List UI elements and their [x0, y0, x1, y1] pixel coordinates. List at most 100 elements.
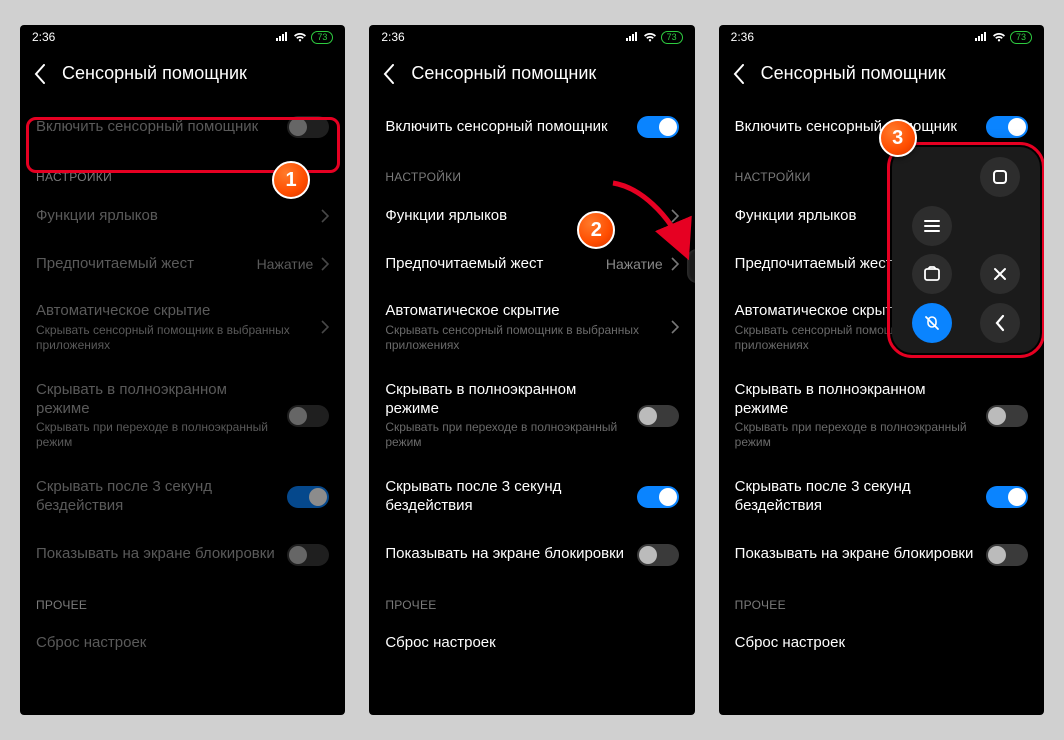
row-idle[interactable]: Скрывать после 3 секунд бездействия [20, 464, 345, 530]
section-other: ПРОЧЕЕ [719, 580, 1044, 620]
row-autohide[interactable]: Автоматическое скрытие Скрывать сенсорны… [20, 288, 345, 367]
row-value: Нажатие [606, 256, 663, 272]
chevron-right-icon [671, 257, 679, 271]
toggle-lockscreen[interactable] [287, 544, 329, 566]
status-time: 2:36 [731, 30, 754, 44]
assistive-touch-panel[interactable] [892, 147, 1040, 353]
chevron-right-icon [321, 257, 329, 271]
toggle-fullscreen[interactable] [986, 405, 1028, 427]
assist-close-button[interactable] [980, 254, 1020, 294]
row-gesture[interactable]: Предпочитаемый жест Нажатие [20, 240, 345, 288]
back-button[interactable] [34, 64, 46, 84]
toggle-fullscreen[interactable] [637, 405, 679, 427]
wifi-icon [992, 32, 1006, 42]
screen-header: Сенсорный помощник [369, 49, 694, 102]
toggle-fullscreen[interactable] [287, 405, 329, 427]
screen-header: Сенсорный помощник [719, 49, 1044, 102]
toggle-enable[interactable] [986, 116, 1028, 138]
status-icons: 73 [974, 31, 1032, 44]
row-sub: Скрывать при переходе в полноэкранный ре… [735, 420, 976, 450]
row-reset[interactable]: Сброс настроек [369, 620, 694, 668]
page-title: Сенсорный помощник [62, 63, 247, 84]
annotation-badge-3: 3 [879, 119, 917, 157]
status-time: 2:36 [381, 30, 404, 44]
row-sub: Скрывать при переходе в полноэкранный ре… [385, 420, 626, 450]
status-icons: 73 [625, 31, 683, 44]
section-other: ПРОЧЕЕ [20, 580, 345, 620]
row-shortcuts[interactable]: Функции ярлыков [369, 192, 694, 240]
row-idle[interactable]: Скрывать после 3 секунд бездействия [719, 464, 1044, 530]
row-label: Показывать на экране блокировки [385, 545, 626, 564]
phone-screenshot-3: 2:36 73 Сенсорный помощник Включить сенс… [719, 25, 1044, 715]
back-button[interactable] [383, 64, 395, 84]
toggle-idle[interactable] [986, 486, 1028, 508]
chevron-right-icon [671, 209, 679, 223]
toggle-lockscreen[interactable] [637, 544, 679, 566]
status-time: 2:36 [32, 30, 55, 44]
row-lockscreen[interactable]: Показывать на экране блокировки [20, 530, 345, 580]
screen-header: Сенсорный помощник [20, 49, 345, 102]
battery-indicator: 73 [311, 31, 333, 44]
battery-indicator: 73 [661, 31, 683, 44]
row-lockscreen[interactable]: Показывать на экране блокировки [719, 530, 1044, 580]
row-sub: Скрывать сенсорный помощник в выбранных … [385, 323, 660, 353]
row-gesture[interactable]: Предпочитаемый жест Нажатие [369, 240, 694, 288]
cellular-signal-icon [974, 32, 988, 42]
assist-menu-button[interactable] [912, 206, 952, 246]
row-lockscreen[interactable]: Показывать на экране блокировки [369, 530, 694, 580]
toggle-lockscreen[interactable] [986, 544, 1028, 566]
toggle-enable[interactable] [287, 116, 329, 138]
row-fullscreen[interactable]: Скрывать в полноэкранном режиме Скрывать… [20, 367, 345, 465]
row-label: Включить сенсорный помощник [735, 118, 976, 137]
row-label: Показывать на экране блокировки [36, 545, 277, 564]
row-sub: Скрывать при переходе в полноэкранный ре… [36, 420, 277, 450]
row-reset[interactable]: Сброс настроек [719, 620, 1044, 668]
status-bar: 2:36 73 [369, 25, 694, 49]
annotation-badge-1: 1 [272, 161, 310, 199]
row-reset[interactable]: Сброс настроек [20, 620, 345, 668]
row-value: Нажатие [257, 256, 314, 272]
row-shortcuts[interactable]: Функции ярлыков [20, 192, 345, 240]
row-sub: Скрывать сенсорный помощник в выбранных … [36, 323, 311, 353]
back-button[interactable] [733, 64, 745, 84]
phone-screenshot-2: 2:36 73 Сенсорный помощник Включить сенс… [369, 25, 694, 715]
chevron-right-icon [321, 320, 329, 334]
section-other: ПРОЧЕЕ [369, 580, 694, 620]
assist-mute-button[interactable] [912, 303, 952, 343]
assist-back-button[interactable] [980, 303, 1020, 343]
row-autohide[interactable]: Автоматическое скрытие Скрывать сенсорны… [369, 288, 694, 367]
status-bar: 2:36 73 [20, 25, 345, 49]
row-label: Автоматическое скрытие [36, 302, 311, 321]
row-fullscreen[interactable]: Скрывать в полноэкранном режиме Скрывать… [369, 367, 694, 465]
row-label: Скрывать в полноэкранном режиме [385, 381, 626, 419]
row-fullscreen[interactable]: Скрывать в полноэкранном режиме Скрывать… [719, 367, 1044, 465]
battery-indicator: 73 [1010, 31, 1032, 44]
toggle-enable[interactable] [637, 116, 679, 138]
row-label: Предпочитаемый жест [36, 255, 247, 274]
phone-screenshot-1: 2:36 73 Сенсорный помощник Включить сенс… [20, 25, 345, 715]
row-enable-assistant[interactable]: Включить сенсорный помощник [369, 102, 694, 152]
cellular-signal-icon [275, 32, 289, 42]
row-enable-assistant[interactable]: Включить сенсорный помощник [20, 102, 345, 152]
assist-screenshot-button[interactable] [912, 254, 952, 294]
toggle-idle[interactable] [637, 486, 679, 508]
row-label: Скрывать после 3 секунд бездействия [735, 478, 976, 516]
chevron-right-icon [321, 209, 329, 223]
wifi-icon [643, 32, 657, 42]
page-title: Сенсорный помощник [761, 63, 946, 84]
row-idle[interactable]: Скрывать после 3 секунд бездействия [369, 464, 694, 530]
row-label: Включить сенсорный помощник [385, 118, 626, 137]
row-label: Скрывать после 3 секунд бездействия [36, 478, 277, 516]
assist-home-button[interactable] [980, 157, 1020, 197]
wifi-icon [293, 32, 307, 42]
page-title: Сенсорный помощник [411, 63, 596, 84]
row-label: Скрывать в полноэкранном режиме [735, 381, 976, 419]
row-label: Функции ярлыков [385, 207, 660, 226]
row-label: Скрывать в полноэкранном режиме [36, 381, 277, 419]
row-label: Автоматическое скрытие [385, 302, 660, 321]
row-label: Скрывать после 3 секунд бездействия [385, 478, 626, 516]
assistive-touch-handle[interactable] [687, 249, 695, 283]
toggle-idle[interactable] [287, 486, 329, 508]
status-icons: 73 [275, 31, 333, 44]
row-label: Предпочитаемый жест [385, 255, 596, 274]
